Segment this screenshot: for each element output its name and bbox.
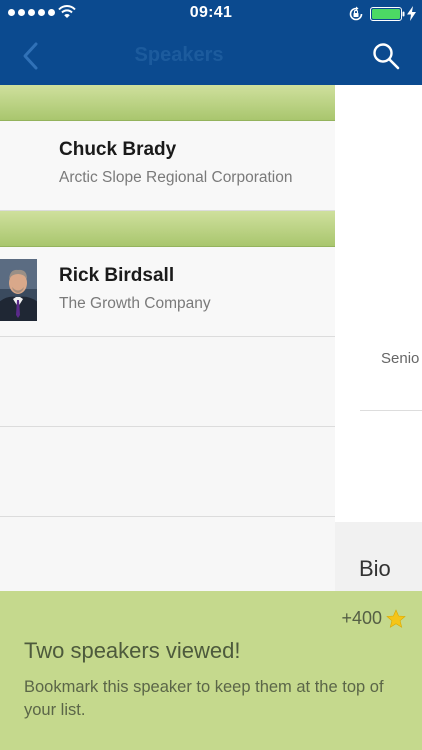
section-header [0,211,335,247]
avatar [0,259,37,321]
divider [360,410,422,411]
list-item[interactable] [0,427,335,517]
speaker-title-text: Senio [381,350,420,367]
list-item[interactable] [0,517,335,591]
nav-bar: Speakers [0,28,422,85]
page-title: Speakers [134,44,224,66]
points-value: +400 [341,608,382,628]
toast-message: Bookmark this speaker to keep them at th… [24,678,384,719]
star-icon [386,608,406,628]
search-icon[interactable] [370,40,402,72]
status-bar: 09:41 [0,0,422,28]
speaker-list: Chuck Brady Arctic Slope Regional Corpor… [0,85,335,591]
section-header [0,85,335,121]
speaker-row[interactable]: Rick Birdsall The Growth Company [0,247,335,337]
rotation-lock-icon [349,6,363,21]
battery-icon [370,7,405,21]
speaker-name: Rick Birdsall [59,265,175,286]
charging-bolt-icon [407,6,416,21]
list-item[interactable] [0,337,335,427]
points-badge: +400 [341,608,406,629]
toast-title: Two speakers viewed! [24,638,241,663]
speaker-detail-panel: Senio [335,85,422,522]
speaker-name: Chuck Brady [59,139,177,160]
bio-section: Bio [335,522,422,591]
bio-label: Bio [359,556,391,581]
speaker-company: Arctic Slope Regional Corporation [59,169,293,186]
speaker-row[interactable]: Chuck Brady Arctic Slope Regional Corpor… [0,121,335,211]
achievement-toast[interactable]: +400 Two speakers viewed! Bookmark this … [0,591,422,750]
speaker-company: The Growth Company [59,295,211,312]
